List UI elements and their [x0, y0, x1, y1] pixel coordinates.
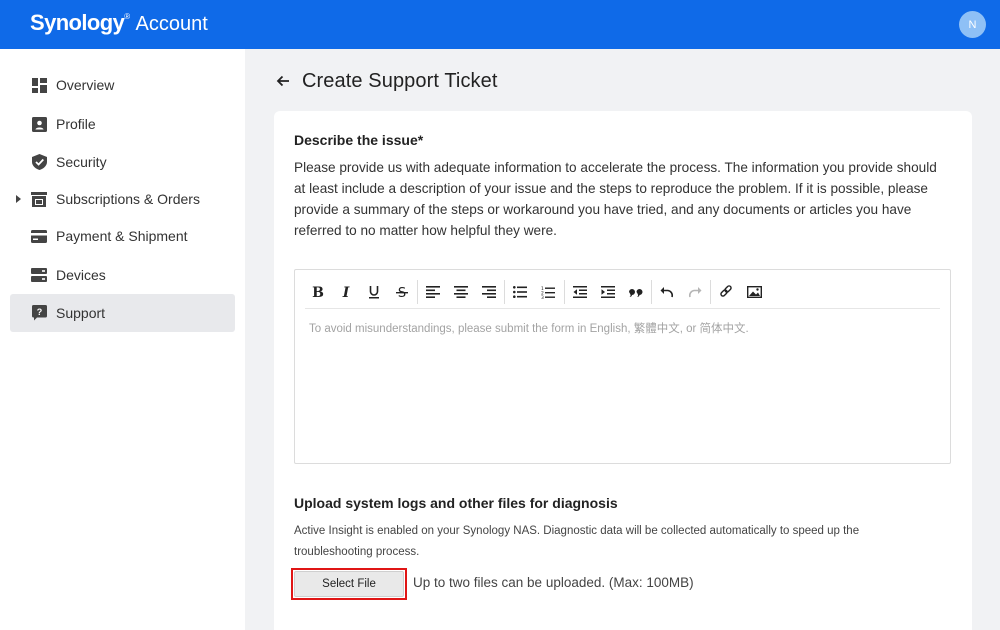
shield-icon [31, 154, 47, 170]
avatar[interactable]: N [959, 11, 986, 38]
id-card-icon [31, 116, 47, 132]
sidebar-item-overview[interactable]: Overview [10, 66, 235, 104]
sidebar-item-subscriptions[interactable]: Subscriptions & Orders [10, 180, 235, 218]
caret-right-icon[interactable] [16, 195, 21, 203]
bold-icon[interactable]: B [308, 282, 328, 302]
toolbar-divider [504, 280, 505, 304]
blockquote-icon[interactable] [626, 282, 646, 302]
redo-icon[interactable] [685, 282, 705, 302]
page-header: Create Support Ticket [276, 70, 498, 93]
upload-hint: Active Insight is enabled on your Synolo… [294, 525, 860, 558]
align-center-icon[interactable] [451, 282, 471, 302]
editor-toolbar: B I S 123 [305, 276, 940, 309]
editor-placeholder[interactable]: To avoid misunderstandings, please submi… [309, 320, 749, 336]
bulleted-list-icon[interactable] [510, 282, 530, 302]
ticket-form-card: Describe the issue* Please provide us wi… [274, 111, 972, 630]
outdent-icon[interactable] [570, 282, 590, 302]
upload-limit-note: Up to two files can be uploaded. (Max: 1… [413, 575, 694, 590]
toolbar-divider [417, 280, 418, 304]
page-title: Create Support Ticket [302, 70, 498, 92]
help-chat-icon: ? [31, 305, 47, 321]
svg-text:B: B [312, 285, 324, 299]
sidebar-item-label: Subscriptions & Orders [56, 191, 200, 207]
brand[interactable]: Synology® Account [30, 10, 208, 36]
link-icon[interactable] [716, 282, 736, 302]
sidebar-item-payment[interactable]: Payment & Shipment [10, 217, 235, 255]
sidebar-item-label: Security [56, 154, 107, 170]
indent-icon[interactable] [598, 282, 618, 302]
svg-text:?: ? [36, 307, 42, 317]
top-bar: Synology® Account N [0, 0, 1000, 49]
italic-icon[interactable]: I [336, 282, 356, 302]
grid-icon [31, 77, 47, 93]
align-left-icon[interactable] [423, 282, 443, 302]
sidebar-item-label: Devices [56, 267, 106, 283]
toolbar-divider [564, 280, 565, 304]
align-right-icon[interactable] [479, 282, 499, 302]
undo-icon[interactable] [657, 282, 677, 302]
credit-card-icon [31, 228, 47, 244]
sidebar: Overview Profile Security Subscriptions … [0, 49, 245, 630]
select-file-button[interactable]: Select File [294, 571, 404, 597]
brand-account-label: Account [135, 13, 208, 35]
sidebar-item-support[interactable]: ? Support [10, 294, 235, 332]
sidebar-item-label: Profile [56, 116, 96, 132]
image-icon[interactable] [744, 282, 764, 302]
sidebar-item-devices[interactable]: Devices [10, 256, 235, 294]
sidebar-item-profile[interactable]: Profile [10, 105, 235, 143]
store-icon [31, 191, 47, 207]
back-arrow-icon[interactable] [276, 74, 292, 90]
toolbar-divider [651, 280, 652, 304]
sidebar-item-security[interactable]: Security [10, 143, 235, 181]
sidebar-item-label: Overview [56, 77, 115, 93]
svg-text:3: 3 [541, 295, 544, 299]
server-icon [31, 267, 47, 283]
rich-text-editor[interactable]: B I S 123 To avoid misunderstandings, pl… [294, 269, 951, 464]
sidebar-item-label: Payment & Shipment [56, 228, 188, 244]
numbered-list-icon[interactable]: 123 [538, 282, 558, 302]
strikethrough-icon[interactable]: S [392, 282, 412, 302]
svg-text:I: I [342, 285, 350, 299]
underline-icon[interactable] [364, 282, 384, 302]
describe-issue-text: Please provide us with adequate informat… [294, 160, 937, 238]
describe-issue-title: Describe the issue* [294, 132, 424, 148]
synology-logo: Synology® [30, 10, 130, 35]
toolbar-divider [710, 280, 711, 304]
sidebar-item-label: Support [56, 305, 106, 321]
upload-title: Upload system logs and other files for d… [294, 495, 618, 511]
